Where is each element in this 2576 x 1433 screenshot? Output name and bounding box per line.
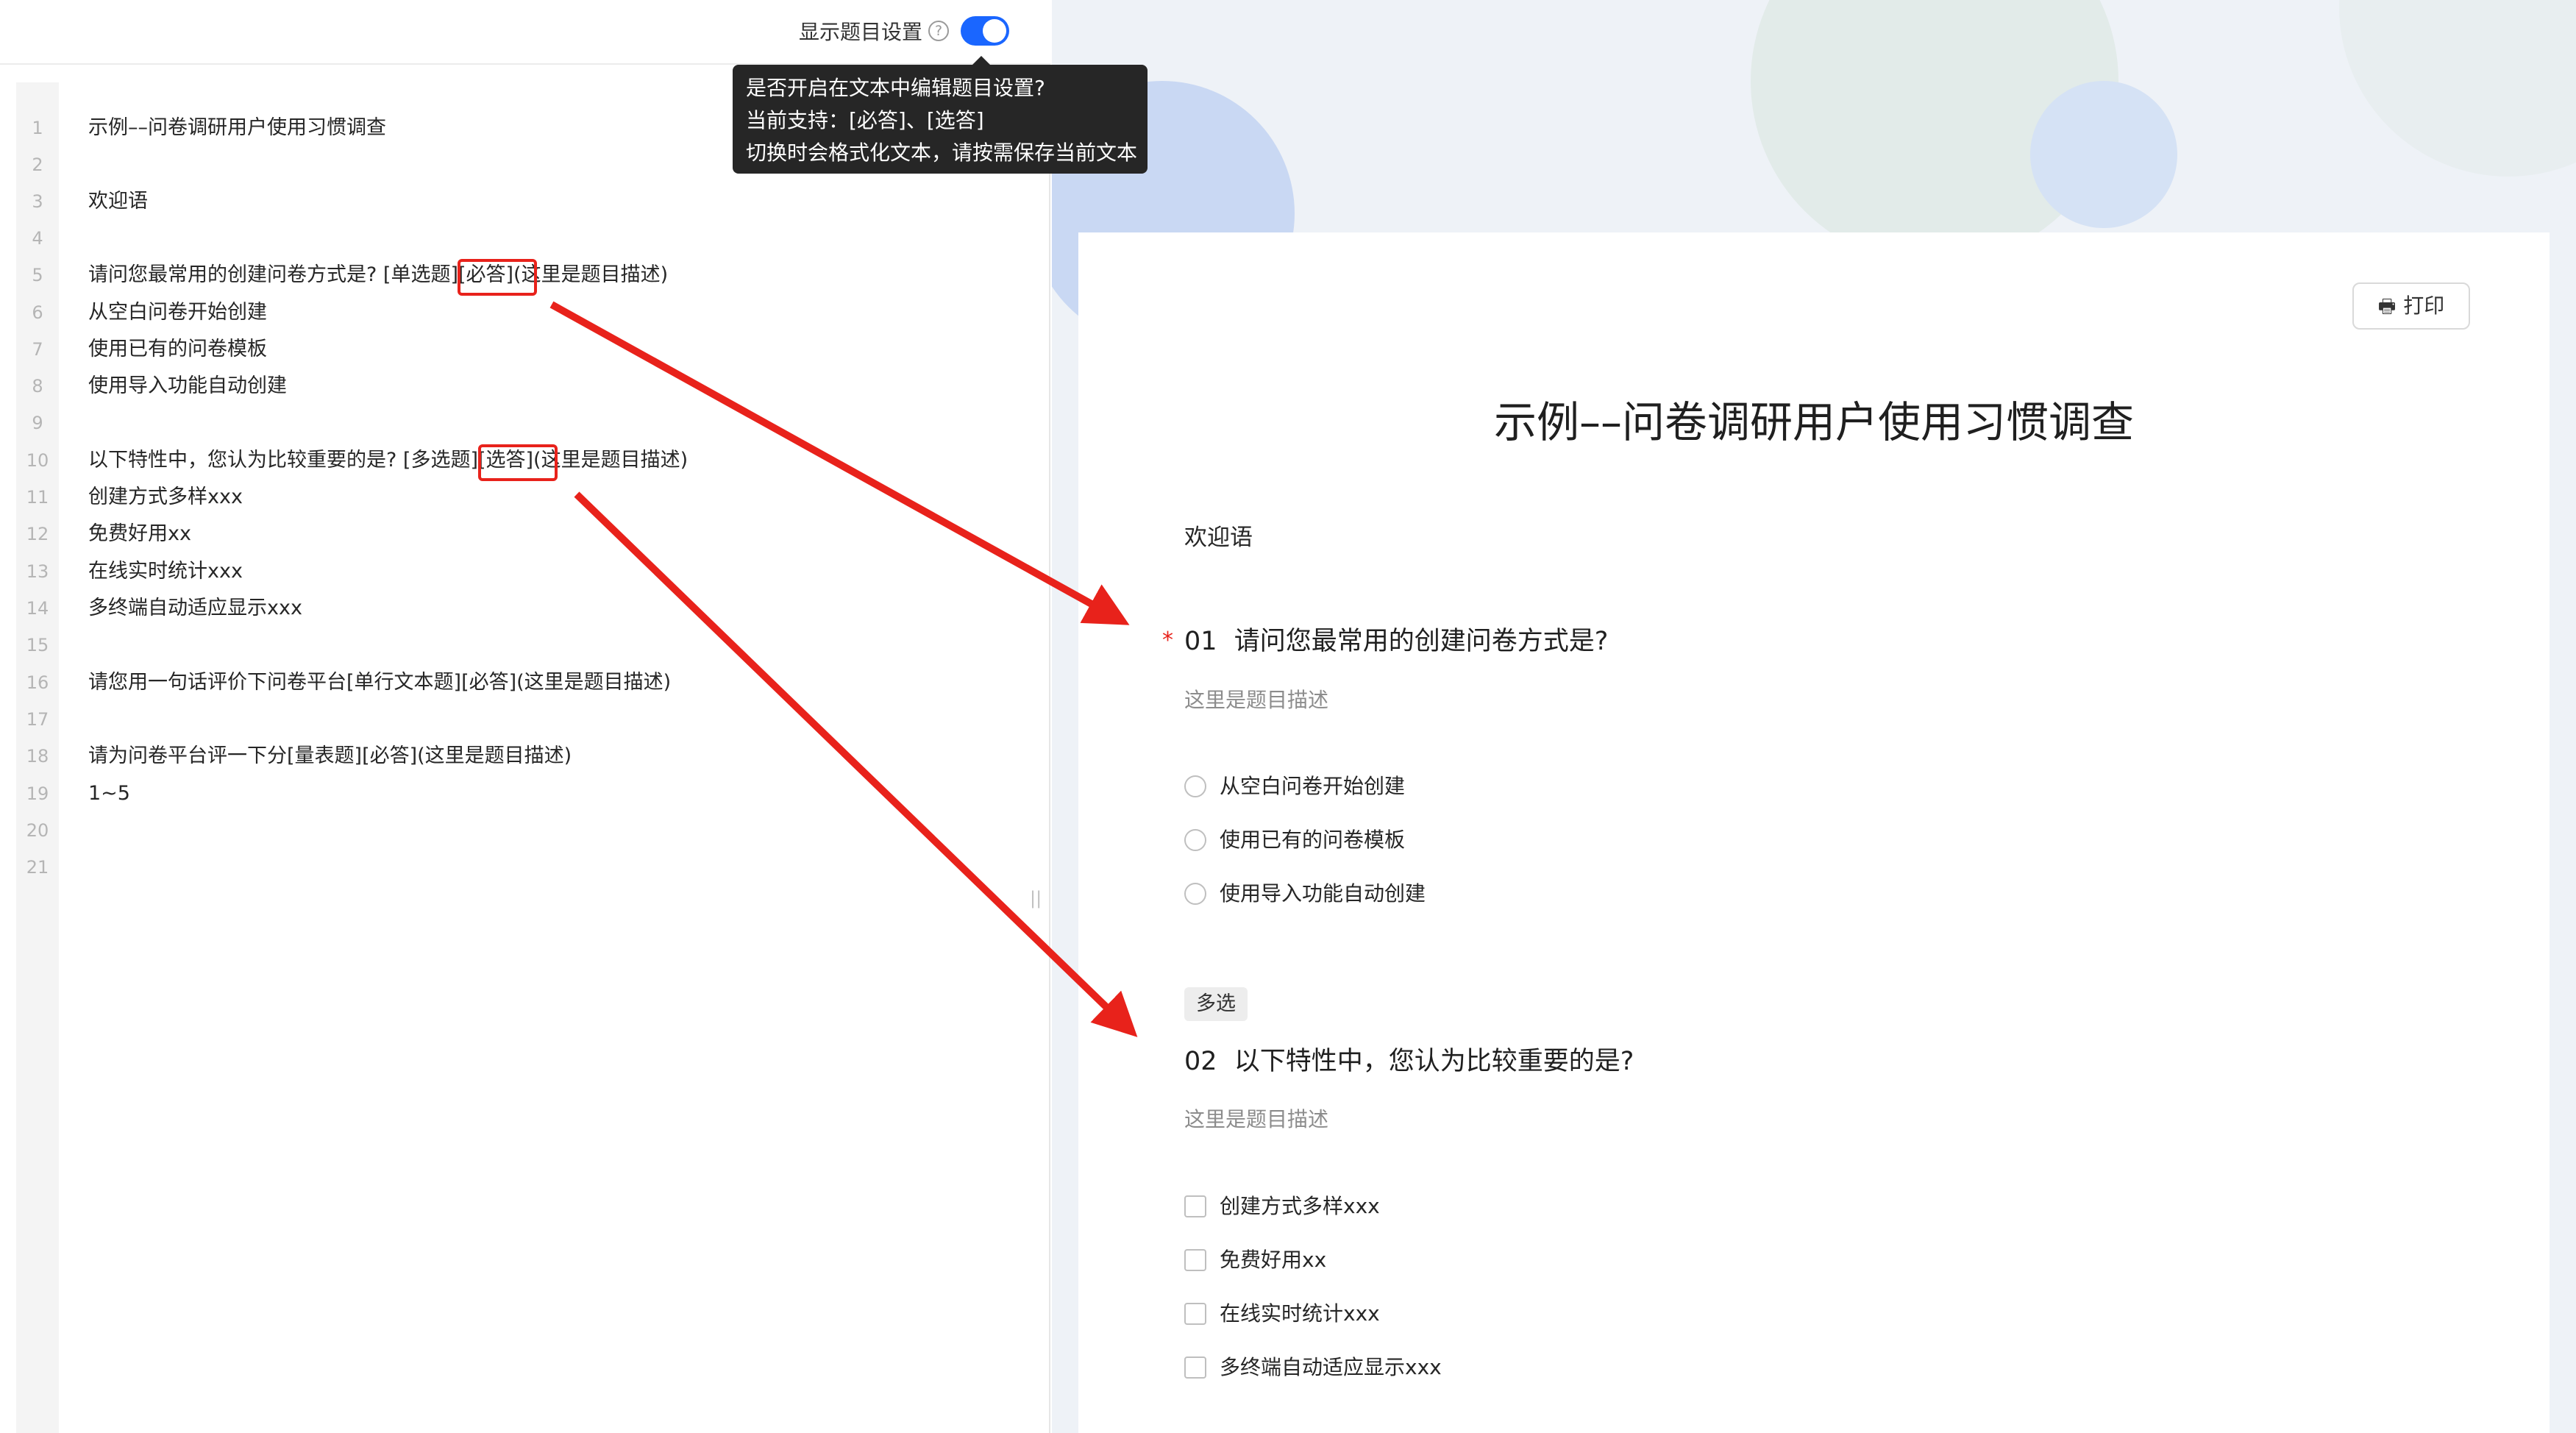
editor-line[interactable]: 创建方式多样xxx — [88, 479, 243, 516]
line-number: 2 — [32, 154, 43, 175]
show-question-settings-toggle[interactable] — [961, 16, 1009, 46]
option-label: 创建方式多样xxx — [1220, 1194, 1380, 1218]
optional-tag-highlight — [478, 444, 558, 481]
line-number: 18 — [26, 746, 49, 767]
line-number: 11 — [26, 487, 49, 508]
line-number: 20 — [26, 820, 49, 841]
survey-card: 🖶 打印 示例––问卷调研用户使用习惯调查 欢迎语 * 01 请问您最常用的创建问… — [1078, 232, 2550, 1433]
checkbox-option[interactable]: 免费好用xx — [1184, 1244, 1326, 1276]
editor-line[interactable]: 从空白问卷开始创建 — [88, 294, 267, 331]
line-number: 3 — [32, 191, 43, 212]
line-number: 4 — [32, 228, 43, 249]
welcome-text: 欢迎语 — [1184, 525, 1253, 551]
required-star: * — [1162, 627, 1173, 653]
editor-line[interactable]: 请您用一句话评价下问卷平台[单行文本题][必答](这里是题目描述) — [88, 664, 671, 701]
line-number: 1 — [32, 118, 43, 138]
help-icon[interactable]: ? — [928, 21, 949, 41]
question-settings-tooltip: 是否开启在文本中编辑题目设置? 当前支持：[必答]、[选答] 切换时会格式化文本… — [733, 56, 1148, 174]
radio-option[interactable]: 从空白问卷开始创建 — [1184, 770, 1405, 803]
line-number: 10 — [26, 450, 49, 471]
checkbox-option[interactable]: 多终端自动适应显示xxx — [1184, 1351, 1442, 1384]
line-number: 6 — [32, 302, 43, 323]
editor-line[interactable]: 欢迎语 — [88, 183, 148, 220]
option-label: 免费好用xx — [1220, 1248, 1327, 1272]
option-label: 在线实时统计xxx — [1220, 1301, 1380, 1326]
tooltip-line: 是否开启在文本中编辑题目设置? — [746, 76, 1045, 100]
checkbox[interactable] — [1184, 1249, 1206, 1271]
editor-line[interactable]: 在线实时统计xxx — [88, 553, 243, 590]
tooltip-arrow — [972, 56, 990, 65]
line-number: 5 — [32, 265, 43, 285]
text-editor-pane: 显示题目设置 ? 1 示例––问卷调研用户使用习惯调查 2 3 欢迎语 4 5 … — [0, 0, 1050, 1433]
line-number: 12 — [26, 524, 49, 544]
pane-resize-handle[interactable]: || — [1030, 887, 1042, 909]
question-title-01: 01 请问您最常用的创建问卷方式是? — [1184, 621, 1608, 662]
line-number: 19 — [26, 783, 49, 804]
option-label: 使用已有的问卷模板 — [1220, 828, 1406, 852]
radio-button[interactable] — [1184, 775, 1206, 797]
question-type-tag: 多选 — [1184, 987, 1248, 1021]
editor-toolbar: 显示题目设置 ? — [0, 0, 1050, 65]
editor-line[interactable]: 示例––问卷调研用户使用习惯调查 — [88, 110, 386, 146]
show-question-settings-label: 显示题目设置 — [799, 20, 923, 44]
checkbox-option[interactable]: 创建方式多样xxx — [1184, 1190, 1380, 1223]
line-number: 7 — [32, 339, 43, 360]
line-number: 9 — [32, 413, 43, 433]
survey-title: 示例––问卷调研用户使用习惯调查 — [1493, 397, 2134, 447]
editor-line[interactable]: 免费好用xx — [88, 516, 191, 552]
editor-line[interactable]: 以下特性中，您认为比较重要的是? [多选题][选答](这里是题目描述) — [88, 442, 688, 479]
checkbox-option[interactable]: 在线实时统计xxx — [1184, 1298, 1380, 1330]
printer-icon: 🖶 — [2377, 296, 2397, 318]
line-number: 15 — [26, 635, 49, 655]
option-label: 使用导入功能自动创建 — [1220, 881, 1426, 906]
question-text: 请问您最常用的创建问卷方式是? — [1234, 627, 1609, 656]
tooltip-line: 切换时会格式化文本，请按需保存当前文本 — [746, 141, 1138, 165]
survey-preview-pane: 🖶 打印 示例––问卷调研用户使用习惯调查 欢迎语 * 01 请问您最常用的创建问… — [1052, 0, 2576, 1433]
line-number: 13 — [26, 561, 49, 582]
line-number: 16 — [26, 672, 49, 693]
toggle-knob — [983, 19, 1006, 43]
radio-button[interactable] — [1184, 883, 1206, 905]
question-text: 以下特性中，您认为比较重要的是? — [1234, 1047, 1634, 1076]
decorative-circle — [2030, 81, 2177, 228]
editor-line[interactable]: 使用已有的问卷模板 — [88, 331, 267, 368]
editor-line[interactable]: 请为问卷平台评一下分[量表题][必答](这里是题目描述) — [88, 738, 572, 775]
question-title-02: 02 以下特性中，您认为比较重要的是? — [1184, 1041, 1634, 1082]
editor-line[interactable]: 使用导入功能自动创建 — [88, 368, 287, 405]
print-button[interactable]: 🖶 打印 — [2352, 282, 2470, 330]
required-tag-highlight — [458, 259, 537, 296]
decorative-circle — [2339, 0, 2576, 177]
question-number: 02 — [1184, 1047, 1217, 1076]
print-button-label: 打印 — [2403, 294, 2445, 318]
tooltip-line: 当前支持：[必答]、[选答] — [746, 108, 984, 132]
checkbox[interactable] — [1184, 1195, 1206, 1217]
checkbox[interactable] — [1184, 1356, 1206, 1379]
line-number: 17 — [26, 709, 49, 730]
line-number: 8 — [32, 376, 43, 397]
option-label: 多终端自动适应显示xxx — [1220, 1355, 1442, 1379]
question-description: 这里是题目描述 — [1184, 1107, 1329, 1131]
line-number: 21 — [26, 857, 49, 878]
line-number: 14 — [26, 598, 49, 619]
editor-line[interactable]: 多终端自动适应显示xxx — [88, 590, 302, 627]
radio-button[interactable] — [1184, 829, 1206, 851]
question-number: 01 — [1184, 627, 1217, 656]
question-description: 这里是题目描述 — [1184, 688, 1329, 712]
radio-option[interactable]: 使用导入功能自动创建 — [1184, 878, 1426, 910]
radio-option[interactable]: 使用已有的问卷模板 — [1184, 824, 1405, 856]
editor-line[interactable]: 1~5 — [88, 775, 130, 812]
option-label: 从空白问卷开始创建 — [1220, 774, 1406, 798]
editor-line[interactable]: 请问您最常用的创建问卷方式是? [单选题][必答](这里是题目描述) — [88, 257, 668, 294]
checkbox[interactable] — [1184, 1303, 1206, 1325]
